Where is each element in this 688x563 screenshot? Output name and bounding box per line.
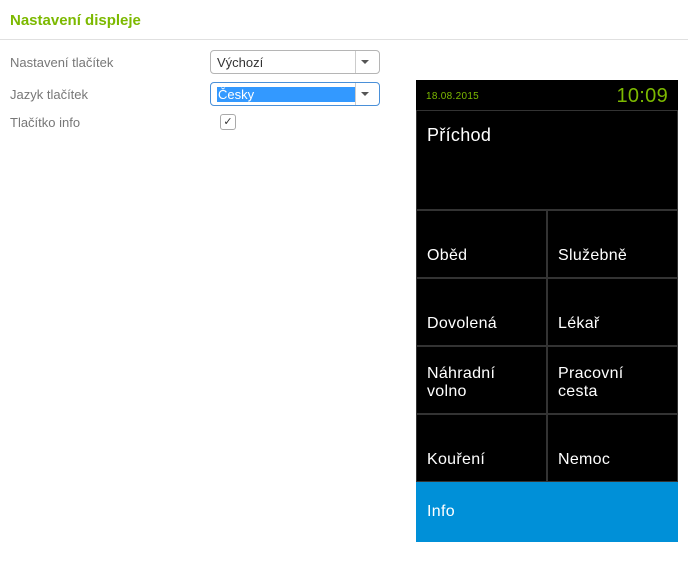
tile-illness[interactable]: Nemoc — [547, 414, 678, 482]
chevron-down-icon — [355, 51, 373, 73]
tile-business[interactable]: Služebně — [547, 210, 678, 278]
page-title: Nastavení displeje — [0, 0, 688, 39]
button-settings-value: Výchozí — [217, 55, 355, 70]
chevron-down-icon — [355, 83, 373, 105]
info-button-checkbox[interactable]: ✓ — [220, 114, 236, 130]
preview-time: 10:09 — [616, 85, 668, 108]
preview-date: 18.08.2015 — [426, 91, 479, 102]
settings-form: Nastavení tlačítek Výchozí Jazyk tlačíte… — [10, 50, 406, 542]
divider — [0, 39, 688, 40]
tile-doctor[interactable]: Lékař — [547, 278, 678, 346]
check-icon: ✓ — [223, 117, 232, 128]
tile-compensatory[interactable]: Náhradní volno — [416, 346, 547, 414]
button-language-label: Jazyk tlačítek — [10, 87, 210, 102]
button-settings-select[interactable]: Výchozí — [210, 50, 380, 74]
preview-header: 18.08.2015 10:09 — [416, 80, 678, 110]
tile-business-trip[interactable]: Pracovní cesta — [547, 346, 678, 414]
display-preview: 18.08.2015 10:09 Příchod Oběd Služebně D… — [416, 80, 678, 542]
info-button-label: Tlačítko info — [10, 115, 210, 130]
button-language-select[interactable]: Česky — [210, 82, 380, 106]
tile-arrival[interactable]: Příchod — [416, 110, 678, 210]
button-settings-label: Nastavení tlačítek — [10, 55, 210, 70]
tile-info[interactable]: Info — [416, 482, 678, 542]
tile-lunch[interactable]: Oběd — [416, 210, 547, 278]
button-language-value: Česky — [217, 87, 355, 102]
tile-smoking[interactable]: Kouření — [416, 414, 547, 482]
tile-vacation[interactable]: Dovolená — [416, 278, 547, 346]
